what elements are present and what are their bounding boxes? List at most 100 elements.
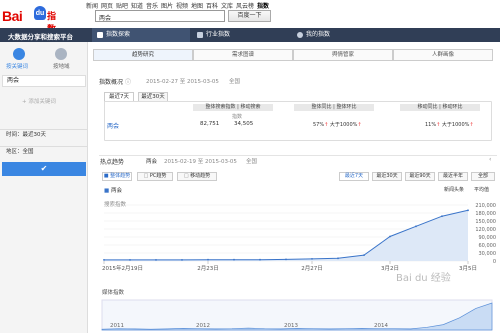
mobile-index-value: 34,505 bbox=[234, 121, 254, 127]
keyword-item[interactable]: 两会 bbox=[2, 75, 86, 87]
x-tick-labels: 2015年2月19日 2月23日 2月27日 3月2日 3月5日 bbox=[102, 261, 477, 272]
confirm-button[interactable]: ✔ bbox=[2, 162, 86, 176]
y-tick-label: 210,000 bbox=[475, 203, 496, 209]
add-keyword-button[interactable]: + 添加关键词 bbox=[22, 97, 56, 105]
view-pc-trend[interactable]: □ PC趋势 bbox=[137, 172, 173, 181]
series-area bbox=[104, 210, 468, 261]
time-filter[interactable]: 时间：最近30天 bbox=[0, 129, 88, 141]
nav-link-web[interactable]: 网页 bbox=[101, 1, 113, 10]
nav-link-baike[interactable]: 百科 bbox=[206, 1, 218, 10]
overview-year-label: 2012 bbox=[196, 323, 210, 329]
y-tick-label: 60,000 bbox=[479, 243, 497, 249]
tab-industry-index[interactable]: 行业指数 bbox=[192, 28, 288, 42]
range-halfyear[interactable]: 最近半年 bbox=[438, 172, 468, 181]
range-all[interactable]: 全部 bbox=[471, 172, 495, 181]
tab-audience[interactable]: 人群画像 bbox=[393, 49, 493, 61]
nav-link-news[interactable]: 新闻 bbox=[86, 1, 98, 10]
overview-axis-label: 媒体指数 bbox=[102, 288, 125, 296]
tab-index-explore[interactable]: 指数探索 bbox=[92, 28, 190, 42]
btn-by-region[interactable]: 按地域 bbox=[53, 62, 70, 70]
nav-link-wenku[interactable]: 文库 bbox=[221, 1, 233, 10]
overview-region: 全国 bbox=[229, 79, 241, 85]
share-icon[interactable]: ‹ bbox=[489, 156, 491, 163]
up-arrow-icon: ↑ bbox=[324, 122, 329, 128]
overview-keyword[interactable]: 两会 bbox=[107, 121, 119, 130]
hdr-mobile-compare: 移动同比 | 移动环比 bbox=[400, 104, 480, 111]
trend-chart: 0 30,000 60,000 90,000 120,000 150,000 180,000… bbox=[101, 203, 497, 331]
y-tick-label: 120,000 bbox=[475, 227, 496, 233]
search-input[interactable]: 两会 bbox=[95, 10, 225, 22]
trend-daterange: 2015-02-19 至 2015-03-05 bbox=[164, 159, 237, 165]
range-90days[interactable]: 最近90天 bbox=[405, 172, 435, 181]
nav-link-image[interactable]: 图片 bbox=[161, 1, 173, 10]
data-point bbox=[233, 258, 235, 261]
tab-demand-graph[interactable]: 需求图谱 bbox=[193, 49, 293, 61]
trend-title: 热点趋势 bbox=[100, 159, 125, 166]
main-header: 大数据分享和搜索平台 指数探索 行业指数 我的指数 bbox=[0, 28, 500, 42]
sidebar: 按关键词 按地域 两会 + 添加关键词 时间：最近30天 地区：全国 ✔ bbox=[0, 42, 88, 333]
up-arrow-icon: ↑ bbox=[436, 122, 441, 128]
overview-sublabel: 指数 bbox=[232, 114, 243, 120]
btn-by-keyword[interactable]: 按关键词 bbox=[6, 62, 28, 70]
overview-year-label: 2014 bbox=[374, 323, 388, 329]
data-point bbox=[389, 235, 391, 238]
square-icon: ■ bbox=[103, 173, 109, 179]
watermark: Bai du 经验 bbox=[396, 271, 451, 284]
top-nav: 新闻 网页 贴吧 知道 音乐 图片 视频 地图 百科 文库 风云榜 指数 bbox=[0, 0, 500, 10]
range-7days[interactable]: 最近7天 bbox=[339, 172, 369, 181]
data-point bbox=[363, 254, 365, 257]
data-point bbox=[181, 259, 183, 261]
region-filter[interactable]: 地区：全国 bbox=[0, 146, 88, 158]
overview-year-label: 2013 bbox=[284, 323, 298, 329]
check-icon: ✔ bbox=[40, 164, 48, 173]
data-point bbox=[207, 258, 209, 261]
view-mobile-trend[interactable]: □ 移动趋势 bbox=[177, 172, 217, 181]
average-toggle[interactable]: 平均值 bbox=[474, 186, 489, 193]
nav-link-video[interactable]: 视频 bbox=[176, 1, 188, 10]
data-point bbox=[129, 259, 131, 261]
x-tick-label: 3月5日 bbox=[459, 265, 477, 272]
tab-sentiment[interactable]: 舆情管家 bbox=[293, 49, 393, 61]
overall-compare-value: 57%↑ 大于1000%↑ bbox=[313, 122, 362, 128]
news-headline-toggle[interactable]: 新闻头条 bbox=[444, 186, 464, 193]
hdr-overall-compare: 整体同比 | 整体环比 bbox=[294, 104, 374, 111]
trend-region: 全国 bbox=[246, 159, 258, 165]
user-icon bbox=[297, 32, 303, 38]
view-overall-trend[interactable]: ■ 整体趋势 bbox=[102, 172, 132, 181]
help-icon[interactable]: ⓘ bbox=[125, 79, 131, 86]
nav-link-zhidao[interactable]: 知道 bbox=[131, 1, 143, 10]
data-point bbox=[415, 225, 417, 228]
nav-link-tieba[interactable]: 贴吧 bbox=[116, 1, 128, 10]
industry-icon bbox=[197, 32, 203, 38]
data-point bbox=[441, 215, 443, 218]
data-point bbox=[103, 259, 105, 261]
tab-my-index[interactable]: 我的指数 bbox=[292, 28, 388, 42]
nav-link-map[interactable]: 地图 bbox=[191, 1, 203, 10]
baidu-index-logo[interactable]: Bai du 指数 bbox=[2, 4, 62, 35]
map-pin-icon[interactable] bbox=[55, 48, 67, 60]
overview-year-label: 2011 bbox=[110, 323, 124, 329]
nav-link-fengyun[interactable]: 风云榜 bbox=[236, 1, 254, 10]
range-30days[interactable]: 最近30天 bbox=[372, 172, 402, 181]
divider bbox=[99, 155, 497, 156]
nav-link-music[interactable]: 音乐 bbox=[146, 1, 158, 10]
up-arrow-icon: ↑ bbox=[357, 122, 362, 128]
mobile-compare-value: 11%↑ 大于1000%↑ bbox=[425, 122, 474, 128]
y-tick-label: 30,000 bbox=[479, 251, 497, 257]
data-point bbox=[337, 257, 339, 260]
tab-trend-research[interactable]: 趋势研究 bbox=[93, 49, 193, 61]
nav-link-index[interactable]: 指数 bbox=[257, 1, 269, 10]
y-tick-label: 90,000 bbox=[479, 235, 497, 241]
data-point bbox=[155, 259, 157, 261]
hdr-overall: 整体搜索指数 | 移动搜索 bbox=[193, 104, 273, 111]
y-tick-label: 180,000 bbox=[475, 211, 496, 217]
chart-legend[interactable]: ■ 两会 bbox=[104, 186, 122, 194]
keyword-mode-icon[interactable] bbox=[13, 48, 25, 60]
up-arrow-icon: ↑ bbox=[469, 122, 474, 128]
overview-title: 指数概况 ⓘ bbox=[99, 79, 131, 86]
square-icon: □ bbox=[143, 173, 149, 179]
y-tick-label: 150,000 bbox=[475, 219, 496, 225]
overview-daterange: 2015-02-27 至 2015-03-05 bbox=[146, 79, 219, 85]
data-point bbox=[467, 209, 469, 212]
search-button[interactable]: 百度一下 bbox=[228, 10, 271, 22]
